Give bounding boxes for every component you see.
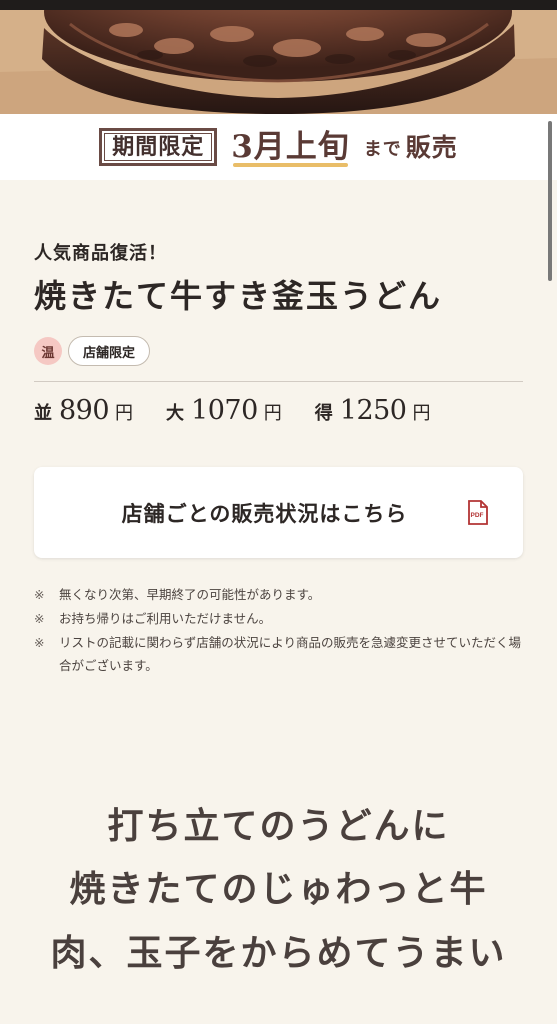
sale-suffix-small: まで — [363, 138, 402, 160]
notice-text: お持ち帰りはご利用いただけません。 — [59, 611, 272, 626]
notice-mark: ※ — [34, 588, 45, 602]
product-subtitle: 人気商品復活！ — [34, 243, 167, 264]
pdf-icon: PDF — [468, 500, 488, 525]
currency-label: 円 — [115, 403, 134, 425]
hero-food-image — [0, 10, 557, 114]
catch-copy-line: 焼きたてのじゅわっと牛 — [69, 868, 488, 911]
price-amount: 890 — [59, 395, 110, 427]
temperature-badge: 温 — [34, 337, 62, 366]
price-amount: 1070 — [191, 395, 258, 427]
status-bar — [0, 0, 557, 10]
limited-sale-banner: 期間限定 3月上旬 まで 販売 — [0, 114, 557, 180]
product-tags: 温 店舗限定 — [34, 336, 523, 367]
section-divider — [34, 381, 523, 383]
catch-copy: 打ち立てのうどんに 焼きたてのじゅわっと牛 肉、玉子をからめてうまい — [0, 795, 557, 985]
currency-label: 円 — [412, 403, 431, 425]
notice-mark: ※ — [34, 611, 45, 626]
price-extra-large: 得 1250 円 — [315, 395, 431, 426]
notice-mark: ※ — [34, 635, 45, 650]
size-label: 得 — [314, 403, 333, 425]
sale-suffix: まで 販売 — [364, 135, 458, 160]
svg-text:PDF: PDF — [471, 512, 484, 519]
size-label: 大 — [166, 403, 185, 425]
price-large: 大 1070 円 — [166, 395, 282, 426]
price-amount: 1250 — [339, 395, 407, 427]
product-detail-page: 期間限定 3月上旬 まで 販売 人気商品復活！ 焼きたて牛すき釜玉うどん 温 店… — [0, 0, 557, 1024]
product-info: 人気商品復活！ 焼きたて牛すき釜玉うどん 温 店舗限定 並 890 円 大 10… — [34, 242, 523, 426]
product-title: 焼きたて牛すき釜玉うどん — [34, 277, 443, 316]
size-label: 並 — [34, 403, 52, 425]
store-status-label: 店舗ごとの販売状況はこちら — [121, 500, 408, 526]
notice-text: リストの記載に関わらず店舗の状況により商品の販売を急遽変更させていただく場合がご… — [59, 635, 522, 674]
price-list: 並 890 円 大 1070 円 得 1250 円 — [34, 395, 523, 426]
catch-copy-line: 打ち立てのうどんに — [107, 805, 450, 847]
notice-item: ※ リストの記載に関わらず店舗の状況により商品の販売を急遽変更させていただく場合… — [34, 632, 523, 680]
limited-time-label: 期間限定 — [99, 128, 218, 166]
notice-text: 無くなり次第、早期終了の可能性があります。 — [59, 588, 321, 602]
sale-suffix-large: 販売 — [405, 132, 458, 162]
notice-item: ※ お持ち帰りはご利用いただけません。 — [34, 608, 523, 632]
catch-copy-line: 肉、玉子をからめてうまい — [50, 931, 507, 974]
price-regular: 並 890 円 — [34, 395, 133, 426]
sale-period: 3月上旬 — [231, 128, 350, 167]
store-status-button[interactable]: 店舗ごとの販売状況はこちら PDF — [34, 467, 523, 558]
notice-item: ※ 無くなり次第、早期終了の可能性があります。 — [34, 584, 523, 608]
notice-list: ※ 無くなり次第、早期終了の可能性があります。 ※ お持ち帰りはご利用いただけま… — [34, 584, 523, 679]
store-limited-tag: 店舗限定 — [68, 336, 151, 367]
vertical-scrollbar[interactable] — [548, 121, 552, 281]
currency-label: 円 — [263, 403, 282, 425]
